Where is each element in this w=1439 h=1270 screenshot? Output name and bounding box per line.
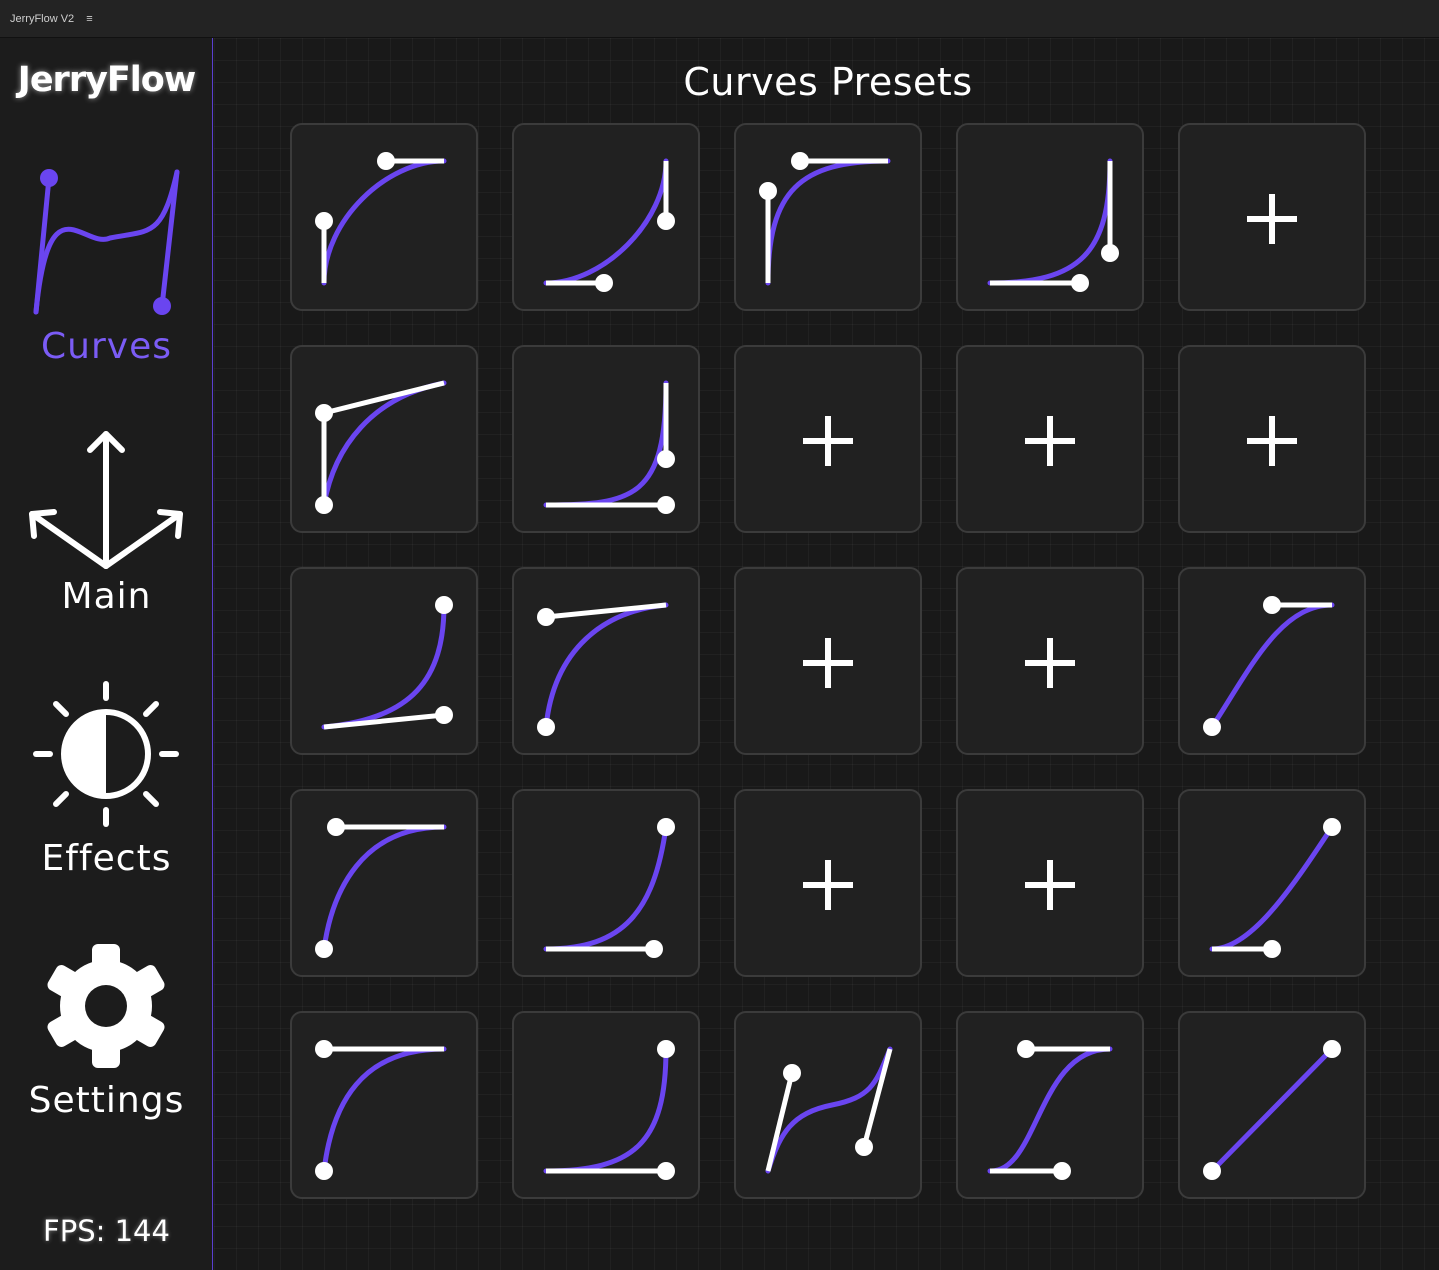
curve-preview-icon [987, 158, 1119, 292]
curve-preset-linear[interactable] [1178, 1011, 1366, 1199]
add-preset-button[interactable] [956, 789, 1144, 977]
fps-counter: FPS: 144 [43, 1214, 170, 1248]
curve-preview-icon [315, 152, 447, 286]
curve-preview-icon [537, 602, 669, 736]
curve-preview-icon [987, 1040, 1113, 1180]
add-preset-button[interactable] [956, 567, 1144, 755]
curve-preview-icon [1203, 596, 1335, 736]
add-preset-button[interactable] [1178, 123, 1366, 311]
sidebar-item-main[interactable]: Main [0, 426, 213, 626]
curve-preview-icon [543, 158, 675, 292]
curve-preset-ease-out-3[interactable] [512, 567, 700, 755]
curve-preset-ease-out-2[interactable] [290, 345, 478, 533]
curve-preview-icon [321, 596, 453, 730]
curve-preset-ease-in-out-1[interactable] [1178, 567, 1366, 755]
plus-icon [803, 638, 853, 688]
curve-preset-ease-in-3[interactable] [290, 567, 478, 755]
curve-preset-ease-in-2[interactable] [512, 345, 700, 533]
curve-preset-ease-out-5[interactable] [290, 1011, 478, 1199]
sidebar-item-curves[interactable]: Curves [0, 158, 213, 378]
window-title: JerryFlow V2 [10, 12, 75, 25]
curve-preset-ease-in-1[interactable] [512, 123, 700, 311]
curve-preset-bounce-s[interactable] [734, 1011, 922, 1199]
plus-icon [1247, 416, 1297, 466]
sidebar-item-label: Settings [28, 1080, 185, 1121]
curve-preview-icon [543, 380, 675, 514]
curve-preset-ease-out-1[interactable] [290, 123, 478, 311]
curve-preset-ease-in-strong[interactable] [956, 123, 1144, 311]
window-titlebar: JerryFlow V2 ≡ [0, 0, 1439, 38]
curve-preset-ease-in-out-2[interactable] [956, 1011, 1144, 1199]
curve-preset-ease-in-5[interactable] [1178, 789, 1366, 977]
add-preset-button[interactable] [734, 567, 922, 755]
add-preset-button[interactable] [956, 345, 1144, 533]
curve-preview-icon [315, 818, 447, 958]
plus-icon [1247, 194, 1297, 244]
sidebar-item-label: Curves [41, 326, 172, 367]
curve-preset-ease-out-4[interactable] [290, 789, 478, 977]
sidebar-item-effects[interactable]: Effects [0, 676, 213, 886]
curve-preset-ease-in-4[interactable] [512, 789, 700, 977]
main-panel: Curves Presets [214, 38, 1439, 1270]
add-preset-button[interactable] [734, 789, 922, 977]
curve-preview-icon [1203, 1040, 1341, 1180]
plus-icon [803, 860, 853, 910]
plus-icon [1025, 638, 1075, 688]
curve-preset-ease-out-strong[interactable] [734, 123, 922, 311]
sidebar: JerryFlow Curves Main Effects Settings F… [0, 38, 213, 1270]
presets-grid [290, 123, 1366, 1199]
curve-preview-icon [1209, 818, 1341, 958]
page-title: Curves Presets [683, 60, 973, 104]
curve-preview-icon [759, 152, 891, 286]
curve-preview-icon [315, 1040, 447, 1180]
app-logo: JerryFlow [17, 60, 196, 100]
plus-icon [1025, 860, 1075, 910]
sidebar-item-label: Effects [41, 838, 172, 879]
hamburger-menu-icon[interactable]: ≡ [86, 13, 92, 25]
curve-preview-icon [315, 380, 447, 514]
curve-preview-icon [543, 1040, 675, 1180]
curve-preview-icon [543, 818, 675, 958]
sidebar-item-settings[interactable]: Settings [0, 938, 213, 1138]
plus-icon [1025, 416, 1075, 466]
add-preset-button[interactable] [1178, 345, 1366, 533]
plus-icon [803, 416, 853, 466]
add-preset-button[interactable] [734, 345, 922, 533]
curve-preset-ease-in-6[interactable] [512, 1011, 700, 1199]
sidebar-item-label: Main [61, 576, 152, 617]
curve-preview-icon [765, 1046, 893, 1174]
